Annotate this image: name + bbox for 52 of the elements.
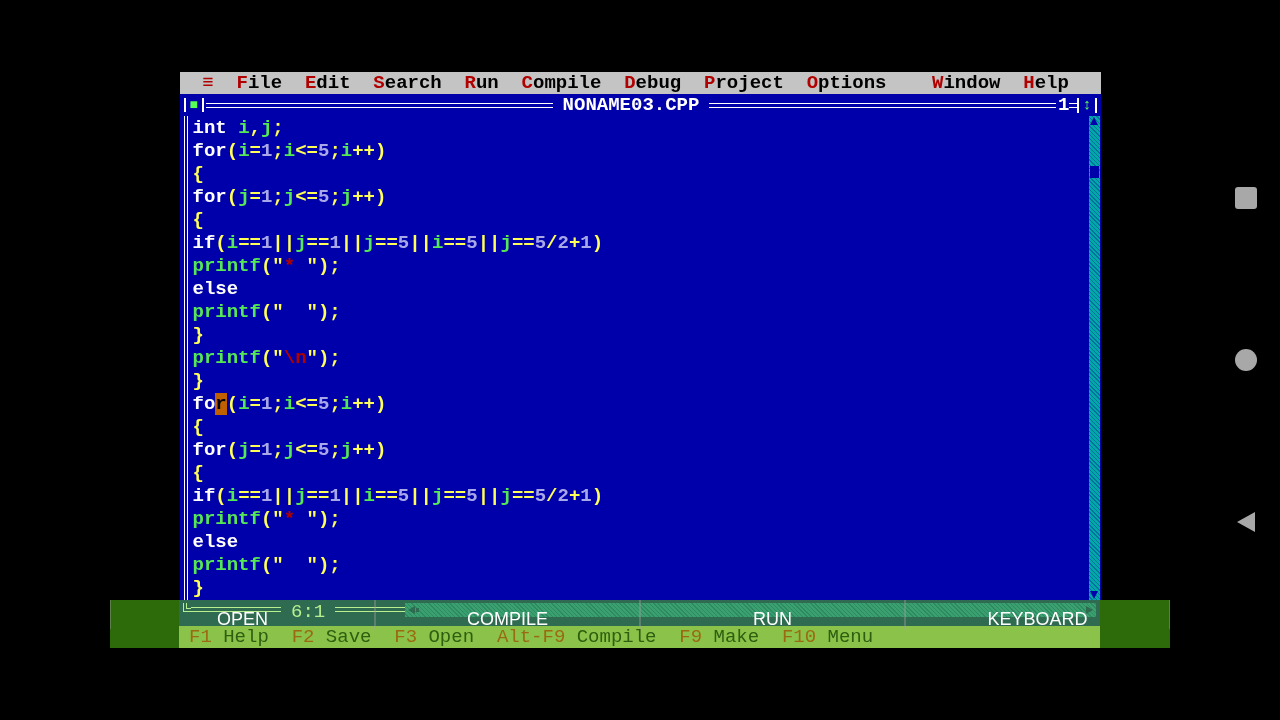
menu-item[interactable]: Project bbox=[704, 73, 784, 93]
code-line: for(i=1;i<=5;i++) bbox=[192, 393, 387, 416]
code-line: } bbox=[192, 324, 204, 347]
code-line: else bbox=[192, 531, 239, 554]
status-hint[interactable]: F10 Menu bbox=[781, 627, 874, 647]
code-line: for(j=1;j<=5;j++) bbox=[192, 439, 387, 462]
code-line: printf("* "); bbox=[192, 508, 341, 531]
menu-item[interactable]: Debug bbox=[624, 73, 682, 93]
zoom-button[interactable]: ↕ bbox=[1077, 97, 1097, 113]
status-hint[interactable]: F3 Open bbox=[394, 627, 475, 647]
code-line: else bbox=[192, 278, 239, 301]
menu-item[interactable]: Compile bbox=[521, 73, 602, 93]
menu-item[interactable]: Edit bbox=[304, 73, 351, 93]
window-number: 1 bbox=[1058, 95, 1070, 115]
menu-item[interactable]: Search bbox=[373, 73, 442, 93]
menu-item[interactable]: Run bbox=[464, 73, 499, 93]
status-hint[interactable]: F9 Make bbox=[679, 627, 760, 647]
status-hint[interactable]: F1 Help bbox=[189, 627, 269, 647]
code-line: } bbox=[192, 577, 204, 600]
code-line: for(i=1;i<=5;i++) bbox=[192, 140, 387, 163]
system-menu[interactable]: ≡ bbox=[202, 73, 214, 93]
code-line: if(i==1||j==1||j==5||i==5||j==5/2+1) bbox=[192, 232, 604, 255]
code-line: printf(" "); bbox=[192, 301, 341, 324]
window-title: NONAME03.CPP bbox=[561, 95, 701, 115]
close-button[interactable]: ■ bbox=[183, 98, 204, 112]
side-panel bbox=[110, 600, 179, 648]
menu-item[interactable]: File bbox=[236, 73, 283, 93]
menu-item[interactable]: Help bbox=[1023, 73, 1069, 93]
overlay-button[interactable]: COMPILE bbox=[375, 600, 640, 629]
code-line: { bbox=[192, 416, 204, 439]
status-hint[interactable]: F2 Save bbox=[291, 627, 372, 647]
menu-item[interactable]: Options bbox=[806, 73, 887, 93]
home-icon[interactable] bbox=[1235, 349, 1257, 371]
overlay-button[interactable]: RUN bbox=[640, 600, 905, 629]
status-hint[interactable]: Alt-F9 Compile bbox=[496, 627, 657, 647]
code-line: if(i==1||j==1||i==5||j==5||j==5/2+1) bbox=[192, 485, 604, 508]
scroll-up-icon[interactable] bbox=[1089, 116, 1099, 126]
cursor-position: 6:1 bbox=[290, 603, 327, 622]
code-line: int i,j; bbox=[192, 117, 284, 140]
code-line: } bbox=[192, 370, 204, 393]
back-icon[interactable] bbox=[1235, 511, 1257, 533]
code-line: printf("* "); bbox=[192, 255, 341, 278]
scroll-thumb[interactable] bbox=[1089, 166, 1099, 178]
side-panel bbox=[1100, 600, 1170, 648]
code-line: printf("\n"); bbox=[192, 347, 341, 370]
overlay-button[interactable]: KEYBOARD bbox=[905, 600, 1170, 629]
code-line: for(j=1;j<=5;j++) bbox=[192, 186, 387, 209]
menu-item[interactable]: Window bbox=[932, 73, 1001, 93]
code-line: { bbox=[192, 209, 204, 232]
code-line: { bbox=[192, 462, 204, 485]
code-line: { bbox=[192, 163, 204, 186]
code-line: printf(" "); bbox=[192, 554, 341, 577]
